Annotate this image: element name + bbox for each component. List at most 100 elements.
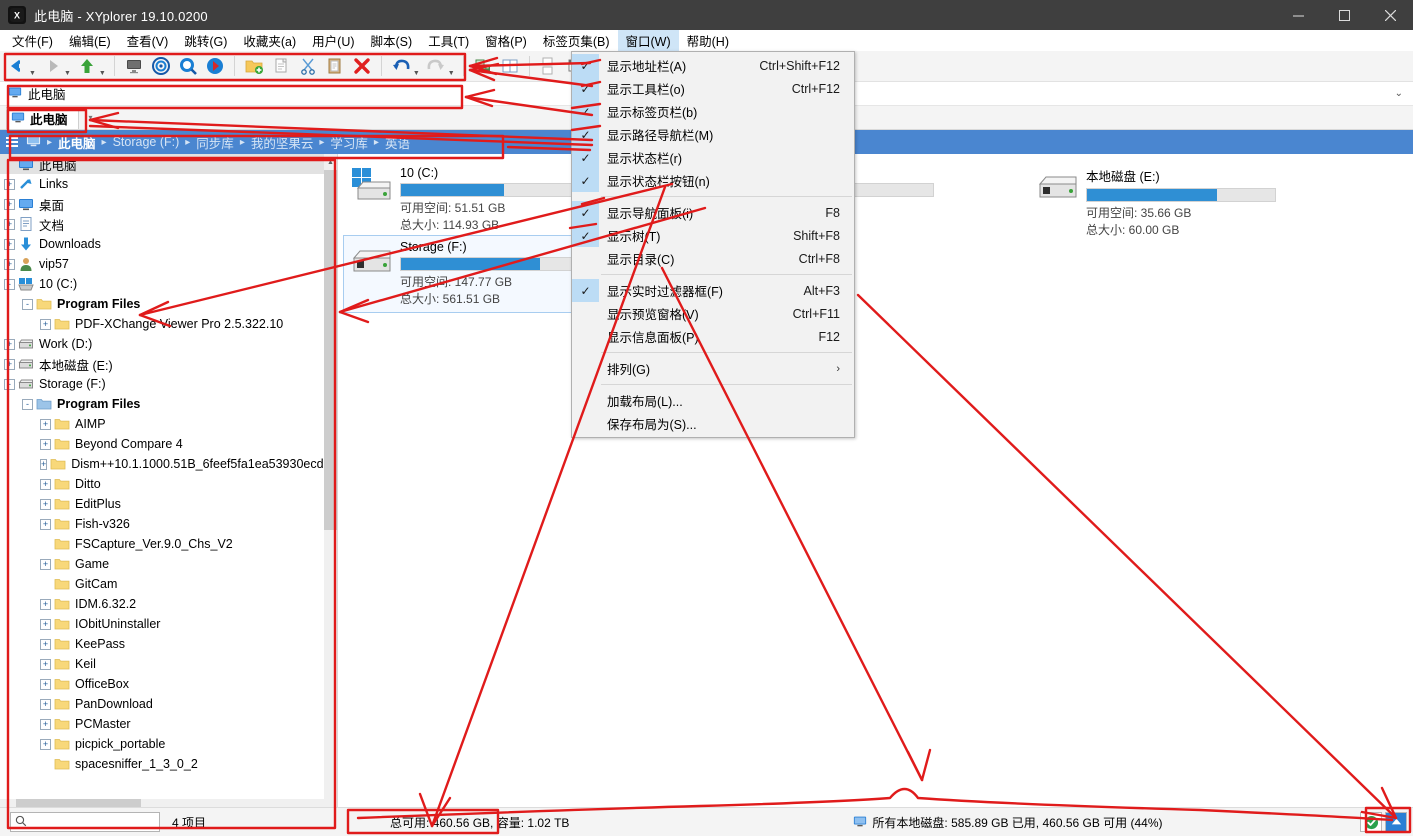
tree-item[interactable]: +文档 bbox=[0, 214, 337, 234]
tree-item[interactable]: +Ditto bbox=[0, 474, 337, 494]
expand-icon[interactable]: + bbox=[40, 659, 51, 670]
expand-icon[interactable]: + bbox=[40, 639, 51, 650]
tree-item[interactable]: +EditPlus bbox=[0, 494, 337, 514]
expand-icon[interactable]: + bbox=[4, 259, 15, 270]
tab-overflow-caret[interactable]: ▾ bbox=[89, 113, 93, 122]
breadcrumb-item-0[interactable]: 此电脑 bbox=[54, 133, 100, 152]
up-icon[interactable] bbox=[74, 53, 100, 79]
scroll-up-arrow-icon[interactable]: ▲ bbox=[324, 154, 337, 170]
scissors-icon[interactable] bbox=[295, 53, 321, 79]
desktop-icon[interactable] bbox=[121, 53, 147, 79]
tree-item[interactable]: +OfficeBox bbox=[0, 674, 337, 694]
tree-item[interactable]: -Program Files bbox=[0, 294, 337, 314]
folder-tree-pane[interactable]: 此电脑+Links+桌面+文档+Downloads+vip57-10 (C:)-… bbox=[0, 154, 338, 812]
redo-dropdown-caret[interactable]: ▼ bbox=[448, 70, 455, 77]
redo-icon[interactable] bbox=[423, 53, 449, 79]
expand-icon[interactable]: + bbox=[40, 519, 51, 530]
close-button[interactable] bbox=[1367, 0, 1413, 30]
menu-goto[interactable]: 跳转(G) bbox=[176, 29, 235, 52]
tree-item[interactable]: -Program Files bbox=[0, 394, 337, 414]
menu-file[interactable]: 文件(F) bbox=[4, 29, 61, 52]
expand-icon[interactable]: + bbox=[4, 339, 15, 350]
menu-edit[interactable]: 编辑(E) bbox=[61, 29, 119, 52]
menu-view[interactable]: 查看(V) bbox=[119, 29, 177, 52]
expand-icon[interactable]: + bbox=[40, 499, 51, 510]
menu-item[interactable]: 保存布局为(S)... bbox=[572, 412, 854, 435]
back-dropdown-caret[interactable]: ▼ bbox=[29, 70, 36, 77]
undo-dropdown-caret[interactable]: ▼ bbox=[413, 70, 420, 77]
menu-item[interactable]: ✓显示标签页栏(b) bbox=[572, 100, 854, 123]
menu-item[interactable]: 显示信息面板(P)F12 bbox=[572, 325, 854, 348]
menu-item[interactable]: ✓显示路径导航栏(M) bbox=[572, 123, 854, 146]
tree-item[interactable]: +桌面 bbox=[0, 194, 337, 214]
paste-icon[interactable] bbox=[322, 53, 348, 79]
expand-icon[interactable]: + bbox=[40, 459, 47, 470]
magnifier-icon[interactable] bbox=[175, 53, 201, 79]
forward-icon[interactable] bbox=[39, 53, 65, 79]
menu-tabsets[interactable]: 标签页集(B) bbox=[535, 29, 618, 52]
collapse-icon[interactable]: - bbox=[22, 399, 33, 410]
tree-item[interactable]: +Dism++10.1.1000.51B_6feef5fa1ea53930ecd… bbox=[0, 454, 337, 474]
expand-icon[interactable]: + bbox=[40, 679, 51, 690]
tree-item[interactable]: +Work (D:) bbox=[0, 334, 337, 354]
expand-icon[interactable]: + bbox=[4, 239, 15, 250]
tree-vertical-scrollbar[interactable]: ▲ ▼ bbox=[324, 154, 337, 812]
menu-item[interactable]: 加载布局(L)... bbox=[572, 389, 854, 412]
tree-scroll-thumb[interactable] bbox=[324, 170, 337, 530]
new-folder-icon[interactable] bbox=[241, 53, 267, 79]
breadcrumb-item-1[interactable]: Storage (F:) bbox=[109, 135, 184, 149]
menu-item[interactable]: ✓显示状态栏按钮(n) bbox=[572, 169, 854, 192]
tree-item[interactable]: -10 (C:) bbox=[0, 274, 337, 294]
menu-item[interactable]: ✓显示树(T)Shift+F8 bbox=[572, 224, 854, 247]
delete-icon[interactable] bbox=[349, 53, 375, 79]
breadcrumb-item-2[interactable]: 同步库 bbox=[192, 133, 238, 152]
expand-icon[interactable]: + bbox=[4, 199, 15, 210]
tree-item[interactable]: +Links bbox=[0, 174, 337, 194]
tree-item[interactable]: +PCMaster bbox=[0, 714, 337, 734]
tree-item[interactable]: +vip57 bbox=[0, 254, 337, 274]
breadcrumb-item-3[interactable]: 我的坚果云 bbox=[247, 133, 318, 152]
tree-item[interactable]: +Downloads bbox=[0, 234, 337, 254]
menu-item[interactable]: ✓显示状态栏(r) bbox=[572, 146, 854, 169]
expand-icon[interactable]: + bbox=[40, 599, 51, 610]
tree-item[interactable]: +Keil bbox=[0, 654, 337, 674]
menu-favorites[interactable]: 收藏夹(a) bbox=[235, 29, 304, 52]
hamburger-icon[interactable] bbox=[6, 137, 18, 147]
menu-tools[interactable]: 工具(T) bbox=[420, 29, 477, 52]
expand-icon[interactable]: + bbox=[40, 419, 51, 430]
menu-item[interactable]: ✓显示实时过滤器框(F)Alt+F3 bbox=[572, 279, 854, 302]
window-menu-popup[interactable]: ✓显示地址栏(A)Ctrl+Shift+F12✓显示工具栏(o)Ctrl+F12… bbox=[571, 51, 855, 438]
menu-item[interactable]: 显示目录(C)Ctrl+F8 bbox=[572, 247, 854, 270]
tree-item[interactable]: +AIMP bbox=[0, 414, 337, 434]
tree-item[interactable]: +PDF-XChange Viewer Pro 2.5.322.10 bbox=[0, 314, 337, 334]
forward-dropdown-caret[interactable]: ▼ bbox=[64, 70, 71, 77]
drive-item[interactable]: 本地磁盘 (E:)可用空间: 35.66 GB总大小: 60.00 GB bbox=[1030, 162, 1282, 243]
copy-icon[interactable] bbox=[268, 53, 294, 79]
target-icon[interactable] bbox=[148, 53, 174, 79]
breadcrumb-item-4[interactable]: 学习库 bbox=[326, 133, 372, 152]
menu-item[interactable]: 显示预览窗格(V)Ctrl+F11 bbox=[572, 302, 854, 325]
menu-item[interactable]: ✓显示地址栏(A)Ctrl+Shift+F12 bbox=[572, 54, 854, 77]
tree-item[interactable]: +IDM.6.32.2 bbox=[0, 594, 337, 614]
maximize-button[interactable] bbox=[1321, 0, 1367, 30]
menu-item[interactable]: ✓显示工具栏(o)Ctrl+F12 bbox=[572, 77, 854, 100]
collapse-icon[interactable]: - bbox=[4, 379, 15, 390]
expand-icon[interactable]: + bbox=[40, 719, 51, 730]
tree-item[interactable]: FSCapture_Ver.9.0_Chs_V2 bbox=[0, 534, 337, 554]
menu-window[interactable]: 窗口(W) bbox=[618, 29, 679, 52]
tree-item[interactable]: +本地磁盘 (E:) bbox=[0, 354, 337, 374]
address-input[interactable]: 此电脑 bbox=[28, 84, 66, 103]
expand-icon[interactable]: + bbox=[4, 219, 15, 230]
expand-icon[interactable]: + bbox=[4, 179, 15, 190]
live-filter-input[interactable] bbox=[30, 815, 150, 829]
chevron-down-icon[interactable]: ⌄ bbox=[1395, 88, 1403, 99]
tree-item[interactable]: +Game bbox=[0, 554, 337, 574]
back-icon[interactable] bbox=[4, 53, 30, 79]
report-icon[interactable] bbox=[536, 53, 562, 79]
tree-item[interactable]: spacesniffer_1_3_0_2 bbox=[0, 754, 337, 774]
computer-icon[interactable] bbox=[26, 133, 41, 151]
drive-item[interactable]: Storage (F:)可用空间: 147.77 GB总大小: 561.51 G… bbox=[344, 236, 596, 312]
expand-icon[interactable]: + bbox=[40, 319, 51, 330]
tree-item[interactable]: 此电脑 bbox=[0, 154, 337, 174]
live-filter-box[interactable] bbox=[10, 812, 160, 832]
